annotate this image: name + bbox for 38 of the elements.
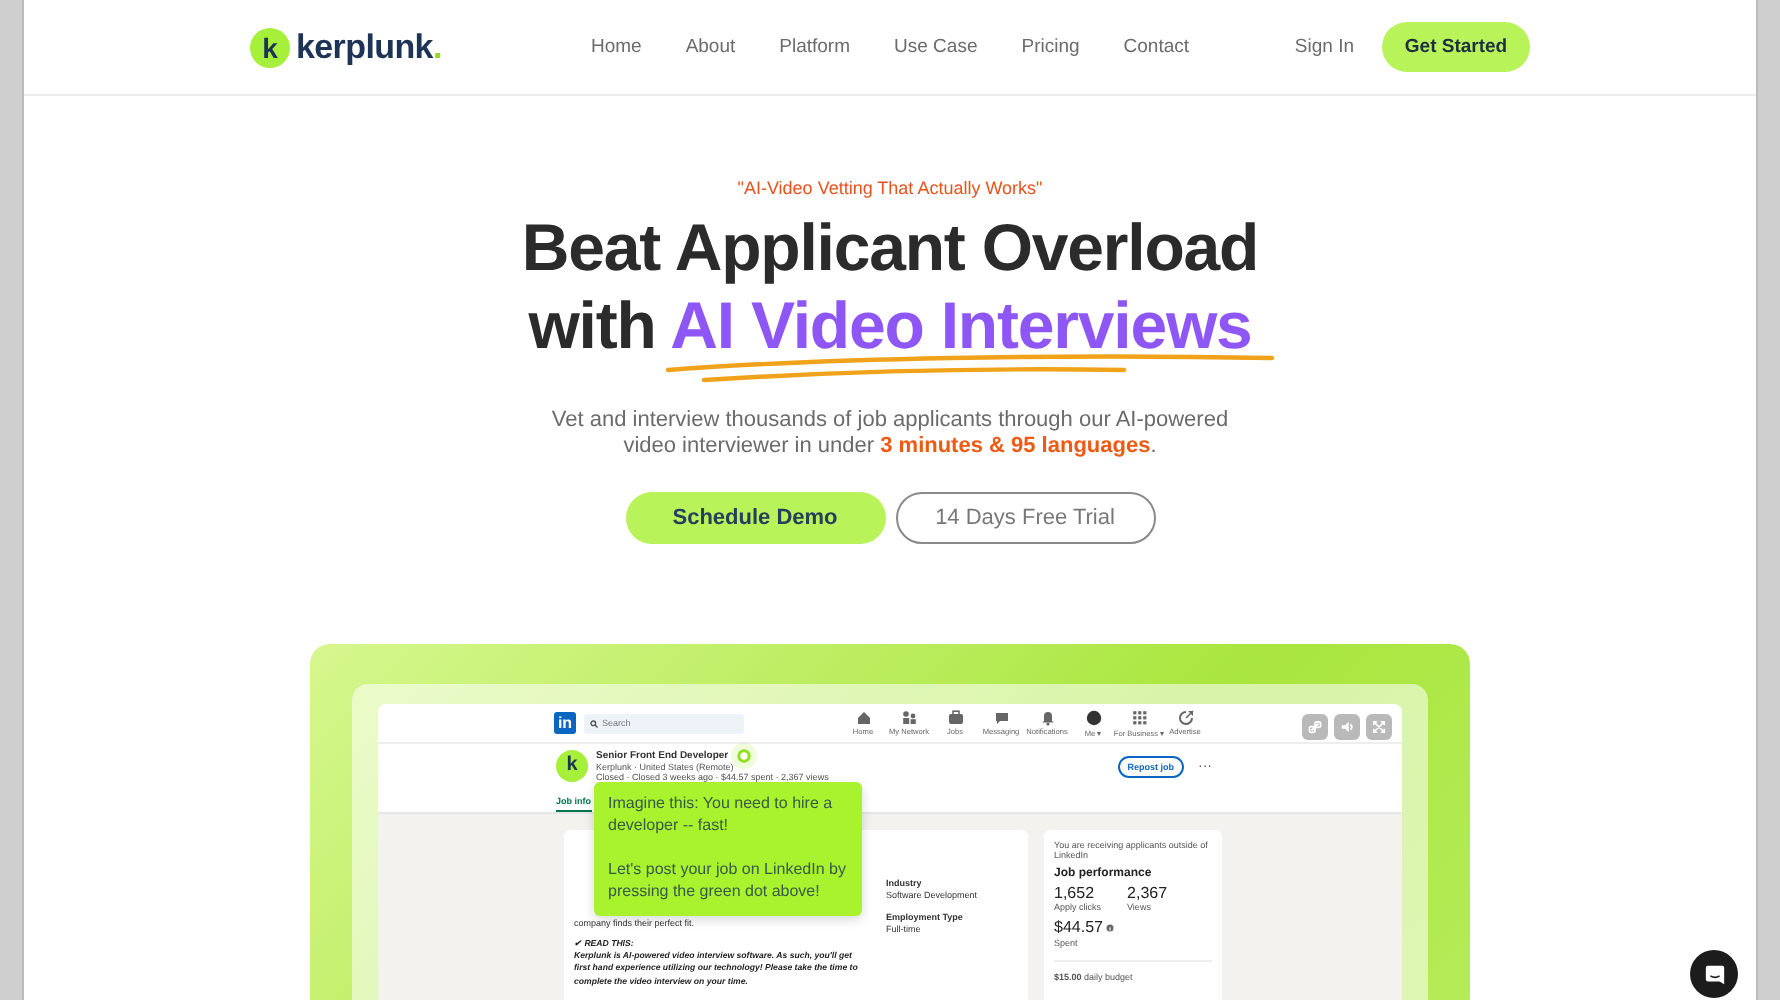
tooltip-text: Imagine this: You need to hire a developer -- fast! [608,792,835,836]
stat-value: 1,652 [1054,886,1097,902]
spent-value: $44.57 [1054,920,1103,936]
tooltip-text: Let's post your job on LinkedIn by pressing the green dot above! [608,858,848,902]
avatar-icon[interactable] [1085,709,1101,725]
sign-in-link[interactable]: Sign In [1294,36,1354,58]
headline-highlight: AI Video Interviews [670,288,1252,362]
free-trial-button[interactable]: 14 Days Free Trial [895,492,1155,544]
bell-icon[interactable] [1039,709,1055,725]
logo-mark[interactable]: k [250,27,290,67]
headline: with [528,288,656,362]
nav-link[interactable]: Use Case [894,36,978,58]
search-icon [590,719,598,727]
speaker-icon [1340,720,1354,734]
linkedin-logo[interactable]: in [554,712,576,734]
headline: Beat Applicant Overload [521,210,1259,284]
stat-value: 2,367 [1127,886,1168,902]
nav-link[interactable]: Contact [1123,36,1190,58]
hero-description: Vet and interview thousands of job applicants through our AI-powered video interviewer in under 3 minutes & 95 languages. [549,408,1231,460]
brand-name[interactable]: kerplunk. [296,27,442,67]
info-icon [1105,924,1114,932]
get-started-button[interactable]: Get Started [1382,22,1530,72]
nav-link[interactable]: Platform [779,36,851,58]
nav-link[interactable]: Home [590,36,642,58]
chat-icon [1703,963,1725,985]
nav-link[interactable]: Pricing [1021,36,1080,58]
link-icon [1308,720,1322,734]
people-icon[interactable] [901,709,917,725]
company-avatar: k [556,750,588,782]
briefcase-icon[interactable] [947,709,963,725]
chat-bubble-icon[interactable] [993,709,1009,725]
expand-icon [1372,720,1386,734]
home-icon[interactable] [855,709,871,725]
nav-link[interactable]: About [685,36,736,58]
hotspot-dot[interactable] [730,741,759,770]
schedule-demo-button[interactable]: Schedule Demo [625,492,885,544]
tagline: "AI-Video Vetting That Actually Works" [735,178,1045,198]
grid-icon[interactable] [1131,709,1147,725]
